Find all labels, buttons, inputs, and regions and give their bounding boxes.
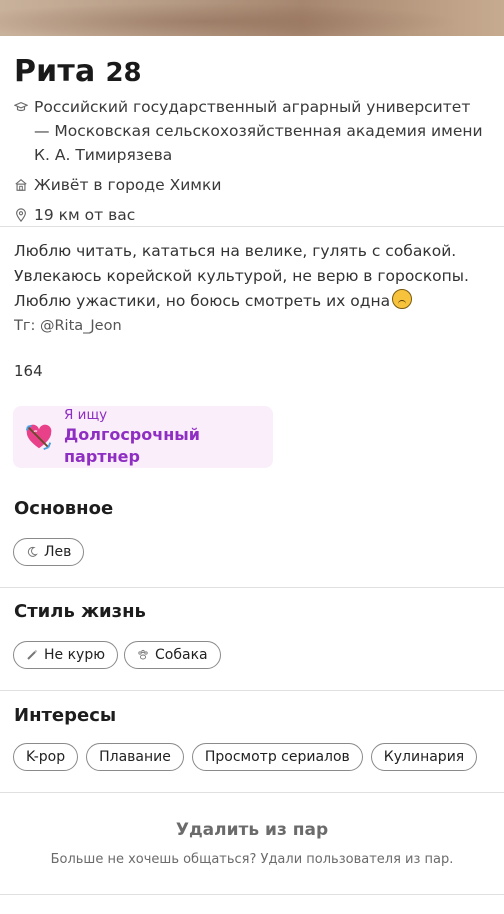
bio-line-3: Люблю ужастики, но боюсь смотреть их одн… [14,289,494,314]
university-row: Российский государственный аграрный унив… [14,95,490,167]
distance-row: 19 км от вас [14,203,490,227]
graduation-cap-icon [14,100,28,114]
chip-smoking: Не курю [13,641,119,669]
chip-label: Кулинария [383,749,465,765]
profile-photo[interactable] [0,0,504,36]
university-text: Российский государственный аграрный унив… [34,98,483,164]
chip-interest: Просмотр сериалов [191,743,363,771]
lifestyle-title: Стиль жизнь [14,601,146,622]
profile-age: 28 [105,58,142,88]
heart-with-arrow-icon [24,422,54,452]
upside-down-face-emoji-icon [392,289,413,309]
chip-label: Плавание [99,749,171,765]
bio-line: Увлекаюсь корейской культурой, не верю в… [14,267,469,285]
chip-interest: K-pop [13,743,79,771]
looking-for-card: Я ищу Долгосрочный партнер [13,406,273,468]
telegram-handle: Тг: @Rita_Jeon [14,318,122,334]
location-pin-icon [14,208,28,222]
city-text: Живёт в городе Химки [34,176,222,194]
paw-icon [137,649,149,661]
chip-label: Не курю [44,647,106,663]
bio-line: Люблю читать, кататься на велике, гулять… [14,242,457,260]
distance-text: 19 км от вас [34,206,136,224]
looking-for-text: Я ищу Долгосрочный партнер [64,406,273,468]
chip-pet: Собака [124,641,221,669]
divider [0,690,504,691]
chip-label: Лев [44,544,72,560]
unmatch-button[interactable]: Удалить из пар [0,820,504,840]
name-line: Рита 28 [14,54,490,89]
chip-label: Просмотр сериалов [204,749,350,765]
chip-label: Собака [155,647,208,663]
interests-chips: K-pop Плавание Просмотр сериалов Кулинар… [13,743,478,771]
interests-title: Интересы [14,705,117,726]
bio-line-text: Люблю ужастики, но боюсь смотреть их одн… [14,292,391,310]
height-value: 164 [14,362,43,380]
divider [0,894,504,895]
cigarette-icon [26,649,38,661]
divider [0,226,504,227]
city-row: Живёт в городе Химки [14,173,490,197]
profile-header: Рита 28 Российский государственный аграр… [14,54,490,227]
divider [0,587,504,588]
looking-for-label: Я ищу [64,407,108,423]
unmatch-description: Больше не хочешь общаться? Удали пользов… [50,852,454,867]
looking-for-value: Долгосрочный партнер [64,425,200,466]
chip-interest: Плавание [86,743,184,771]
profile-name: Рита [14,54,96,89]
home-icon [14,178,28,192]
chip-zodiac: Лев [13,538,85,566]
chip-label: K-pop [26,749,66,765]
lifestyle-chips: Не курю Собака [13,641,221,669]
unmatch-section: Удалить из пар Больше не хочешь общаться… [0,820,504,867]
chip-interest: Кулинария [370,743,478,771]
divider [0,792,504,793]
basics-title: Основное [14,498,114,519]
bio-section: Люблю читать, кататься на велике, гулять… [14,239,494,339]
basics-chips: Лев [13,538,85,566]
moon-icon [26,546,38,558]
